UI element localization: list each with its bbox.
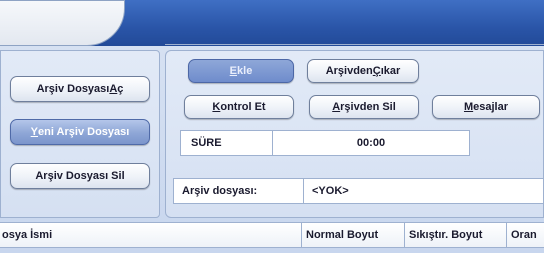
new-archive-label-post: eni Arşiv Dosyası [38, 126, 130, 138]
messages-label-post: esajlar [473, 101, 509, 113]
column-header-compressed-size[interactable]: Sıkıştır. Boyut [405, 223, 507, 247]
extract-button[interactable]: Arşivden Çıkar [307, 59, 419, 83]
check-accel: K [212, 101, 221, 113]
archive-file-label: Arşiv dosyası: [174, 179, 304, 203]
extract-label-pre: Arşivden [325, 65, 373, 77]
archive-file-value: <YOK> [312, 185, 349, 197]
add-button[interactable]: Ekle [188, 59, 294, 83]
open-archive-accel: A [109, 83, 118, 95]
archive-file-row: Arşiv dosyası: <YOK> [173, 178, 544, 204]
duration-display: SÜRE 00:00 [180, 130, 470, 156]
delete-archive-label: Arşiv Dosyası Sil [35, 170, 125, 182]
column-header-ratio[interactable]: Oran [507, 223, 544, 247]
divider [165, 44, 544, 45]
open-archive-label-post: ç [117, 83, 124, 95]
column-header-filename[interactable]: osya İsmi [0, 223, 302, 247]
window-tab [0, 0, 125, 46]
duration-label: SÜRE [181, 131, 273, 155]
file-list-header: osya İsmi Normal Boyut Sıkıştır. Boyut O… [0, 222, 544, 248]
messages-button[interactable]: Mesajlar [432, 95, 540, 119]
new-archive-button[interactable]: Yeni Arşiv Dosyası [10, 119, 150, 145]
open-archive-button[interactable]: Arşiv Dosyası Aç [10, 76, 150, 102]
column-header-normal-size[interactable]: Normal Boyut [302, 223, 405, 247]
check-button[interactable]: Kontrol Et [184, 95, 294, 119]
window-title-bar [0, 0, 544, 46]
new-archive-accel: Y [30, 126, 39, 138]
check-label-post: ontrol Et [220, 101, 266, 113]
extract-accel: Ç [372, 65, 381, 77]
add-label-post: kle [237, 65, 253, 77]
extract-label-post: ıkar [380, 65, 401, 77]
messages-accel: M [463, 101, 474, 113]
remove-label-post: rşivden Sil [340, 101, 396, 113]
remove-button[interactable]: Arşivden Sil [309, 95, 419, 119]
remove-accel: A [332, 101, 341, 113]
add-accel: E [229, 65, 238, 77]
delete-archive-button[interactable]: Arşiv Dosyası Sil [10, 163, 150, 189]
open-archive-label-pre: Arşiv Dosyası [36, 83, 110, 95]
duration-value: 00:00 [356, 137, 386, 149]
